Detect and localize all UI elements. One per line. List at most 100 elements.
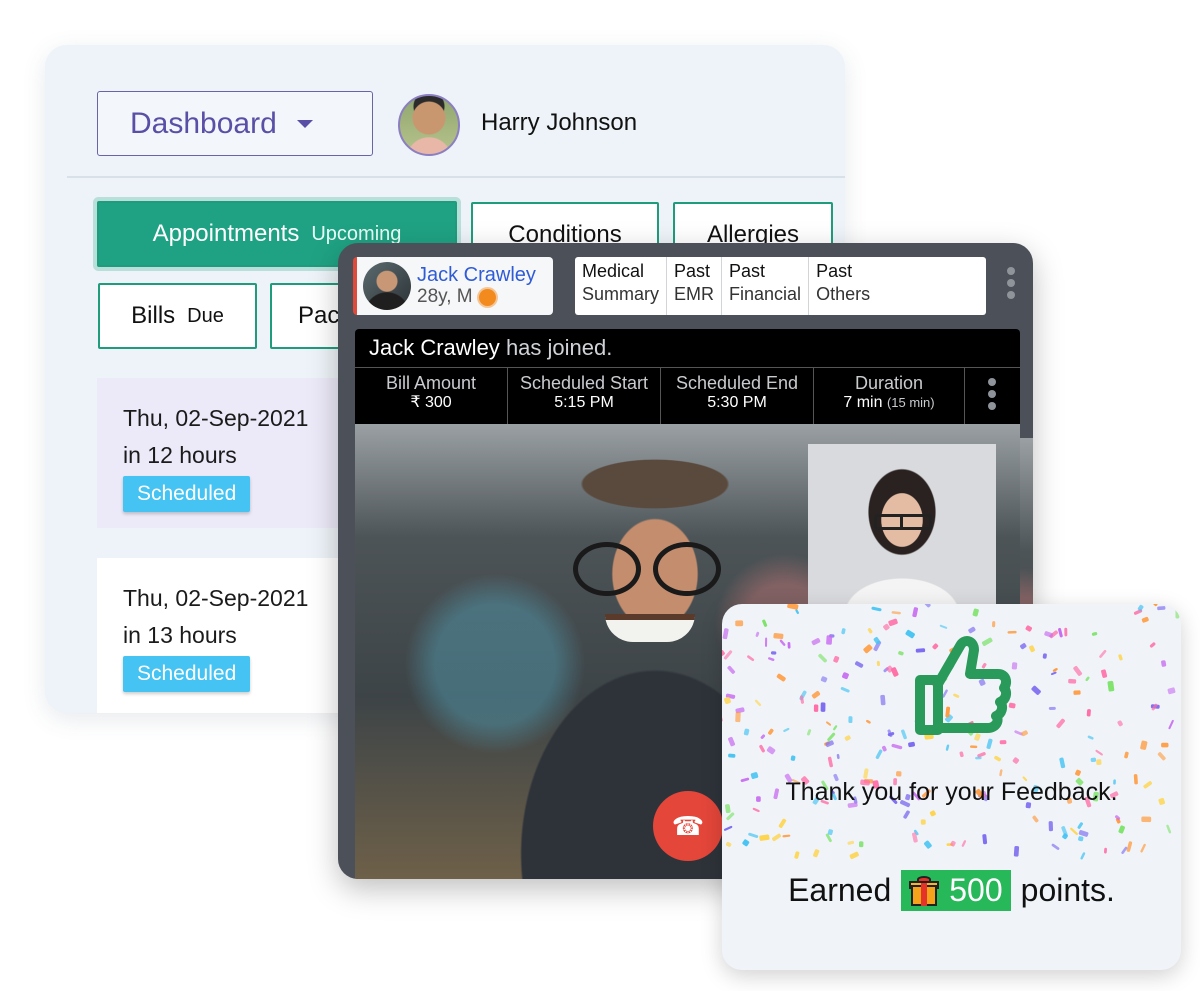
- confetti-piece: [1087, 735, 1094, 740]
- confetti-piece: [759, 834, 770, 841]
- more-options-icon[interactable]: [988, 378, 996, 410]
- confetti-piece: [881, 745, 887, 752]
- confetti-piece: [787, 604, 799, 610]
- confetti-piece: [945, 744, 950, 751]
- confetti-piece: [759, 744, 765, 753]
- confetti-piece: [1099, 649, 1107, 658]
- confetti-piece: [754, 699, 762, 706]
- end-call-button[interactable]: ☎: [653, 791, 723, 861]
- confetti-piece: [1048, 821, 1054, 832]
- banner-name: Jack Crawley: [369, 335, 500, 360]
- confetti-piece: [1075, 769, 1081, 776]
- confetti-piece: [787, 641, 791, 649]
- confetti-piece: [1091, 632, 1098, 636]
- confetti-piece: [842, 672, 849, 680]
- tab-line1: Medical: [582, 261, 645, 281]
- confetti-piece: [848, 716, 853, 724]
- status-sun-icon: [478, 288, 496, 306]
- confetti-piece: [770, 651, 777, 655]
- stat-scheduled-end: Scheduled End 5:30 PM: [661, 368, 814, 424]
- confetti-piece: [847, 840, 855, 845]
- confetti-piece: [888, 618, 898, 627]
- confetti-piece: [735, 620, 744, 627]
- confetti-piece: [1052, 668, 1058, 672]
- dashboard-view-select[interactable]: Dashboard: [97, 91, 373, 156]
- stat-label: Scheduled Start: [519, 373, 649, 393]
- tab-past-emr[interactable]: Past EMR: [667, 257, 723, 315]
- confetti-piece: [1086, 709, 1091, 717]
- self-video-person: [874, 514, 932, 530]
- chip-sub: Due: [187, 304, 224, 327]
- confetti-piece: [811, 690, 821, 699]
- confetti-piece: [1068, 678, 1077, 684]
- confetti-piece: [833, 655, 840, 663]
- confetti-piece: [826, 635, 833, 645]
- tab-line2: Summary: [582, 284, 660, 304]
- confetti-piece: [1064, 627, 1068, 637]
- patient-card[interactable]: Jack Crawley 28y, M: [353, 257, 553, 315]
- stat-label: Scheduled End: [675, 373, 799, 393]
- confetti-piece: [1140, 843, 1146, 853]
- confetti-piece: [1151, 604, 1158, 607]
- confetti-piece: [768, 657, 775, 661]
- more-options-icon[interactable]: [1007, 267, 1015, 299]
- confetti-piece: [1085, 676, 1090, 682]
- points-badge: 500: [901, 870, 1011, 911]
- confetti-piece: [1107, 680, 1115, 692]
- confetti-piece: [818, 653, 827, 663]
- phone-icon: ☎: [671, 810, 705, 841]
- thumbs-up-icon: [915, 636, 1012, 735]
- stat-extra: (15 min): [886, 395, 935, 410]
- confetti-piece: [1013, 845, 1020, 857]
- patient-avatar: [363, 262, 411, 310]
- tab-past-financial[interactable]: Past Financial: [722, 257, 810, 315]
- confetti-piece: [1080, 852, 1086, 860]
- confetti-piece: [742, 839, 750, 847]
- confetti-piece: [743, 728, 750, 736]
- confetti-piece: [747, 655, 755, 662]
- confetti-piece: [867, 628, 873, 634]
- chip-bills[interactable]: Bills Due: [98, 283, 257, 349]
- confetti-piece: [752, 807, 760, 813]
- tab-past-others[interactable]: Past Others: [809, 257, 877, 315]
- confetti-piece: [866, 719, 871, 724]
- confetti-piece: [722, 716, 723, 723]
- status-badge: Scheduled: [123, 476, 251, 512]
- confetti-piece: [908, 741, 916, 748]
- confetti-piece: [1059, 757, 1066, 769]
- confetti-piece: [1166, 824, 1172, 834]
- confetti-piece: [1021, 730, 1028, 737]
- confetti-piece: [723, 825, 733, 831]
- confetti-piece: [880, 694, 886, 706]
- patient-name[interactable]: Jack Crawley: [417, 264, 536, 286]
- confetti-piece: [826, 721, 832, 726]
- confetti-piece: [1157, 752, 1166, 761]
- confetti-piece: [748, 832, 759, 838]
- confetti-piece: [891, 743, 903, 750]
- earned-prefix: Earned: [788, 872, 892, 908]
- confetti-piece: [728, 753, 736, 758]
- status-badge: Scheduled: [123, 656, 251, 692]
- gift-icon: [909, 875, 940, 906]
- confetti-piece: [782, 834, 791, 838]
- stat-value: ₹ 300: [410, 394, 452, 411]
- banner-message: has joined.: [505, 335, 613, 360]
- confetti-piece: [1042, 653, 1047, 659]
- confetti-piece: [1118, 825, 1125, 834]
- confetti-piece: [728, 736, 736, 747]
- confetti-piece: [755, 631, 760, 637]
- earned-suffix: points.: [1020, 872, 1115, 908]
- confetti-piece: [766, 746, 776, 755]
- confetti-piece: [1011, 662, 1018, 670]
- points-value: 500: [949, 872, 1003, 908]
- stat-scheduled-start: Scheduled Start 5:15 PM: [508, 368, 661, 424]
- confetti-piece: [863, 644, 873, 654]
- tab-line1: Past: [729, 261, 766, 281]
- confetti-piece: [794, 851, 800, 859]
- call-stats: Bill Amount ₹ 300 Scheduled Start 5:15 P…: [355, 367, 1020, 424]
- confetti-piece: [1073, 690, 1081, 695]
- self-video-pip[interactable]: [808, 444, 996, 604]
- user-avatar[interactable]: [398, 94, 460, 156]
- confetti-piece: [768, 728, 774, 735]
- tab-medical-summary[interactable]: Medical Summary: [575, 257, 668, 315]
